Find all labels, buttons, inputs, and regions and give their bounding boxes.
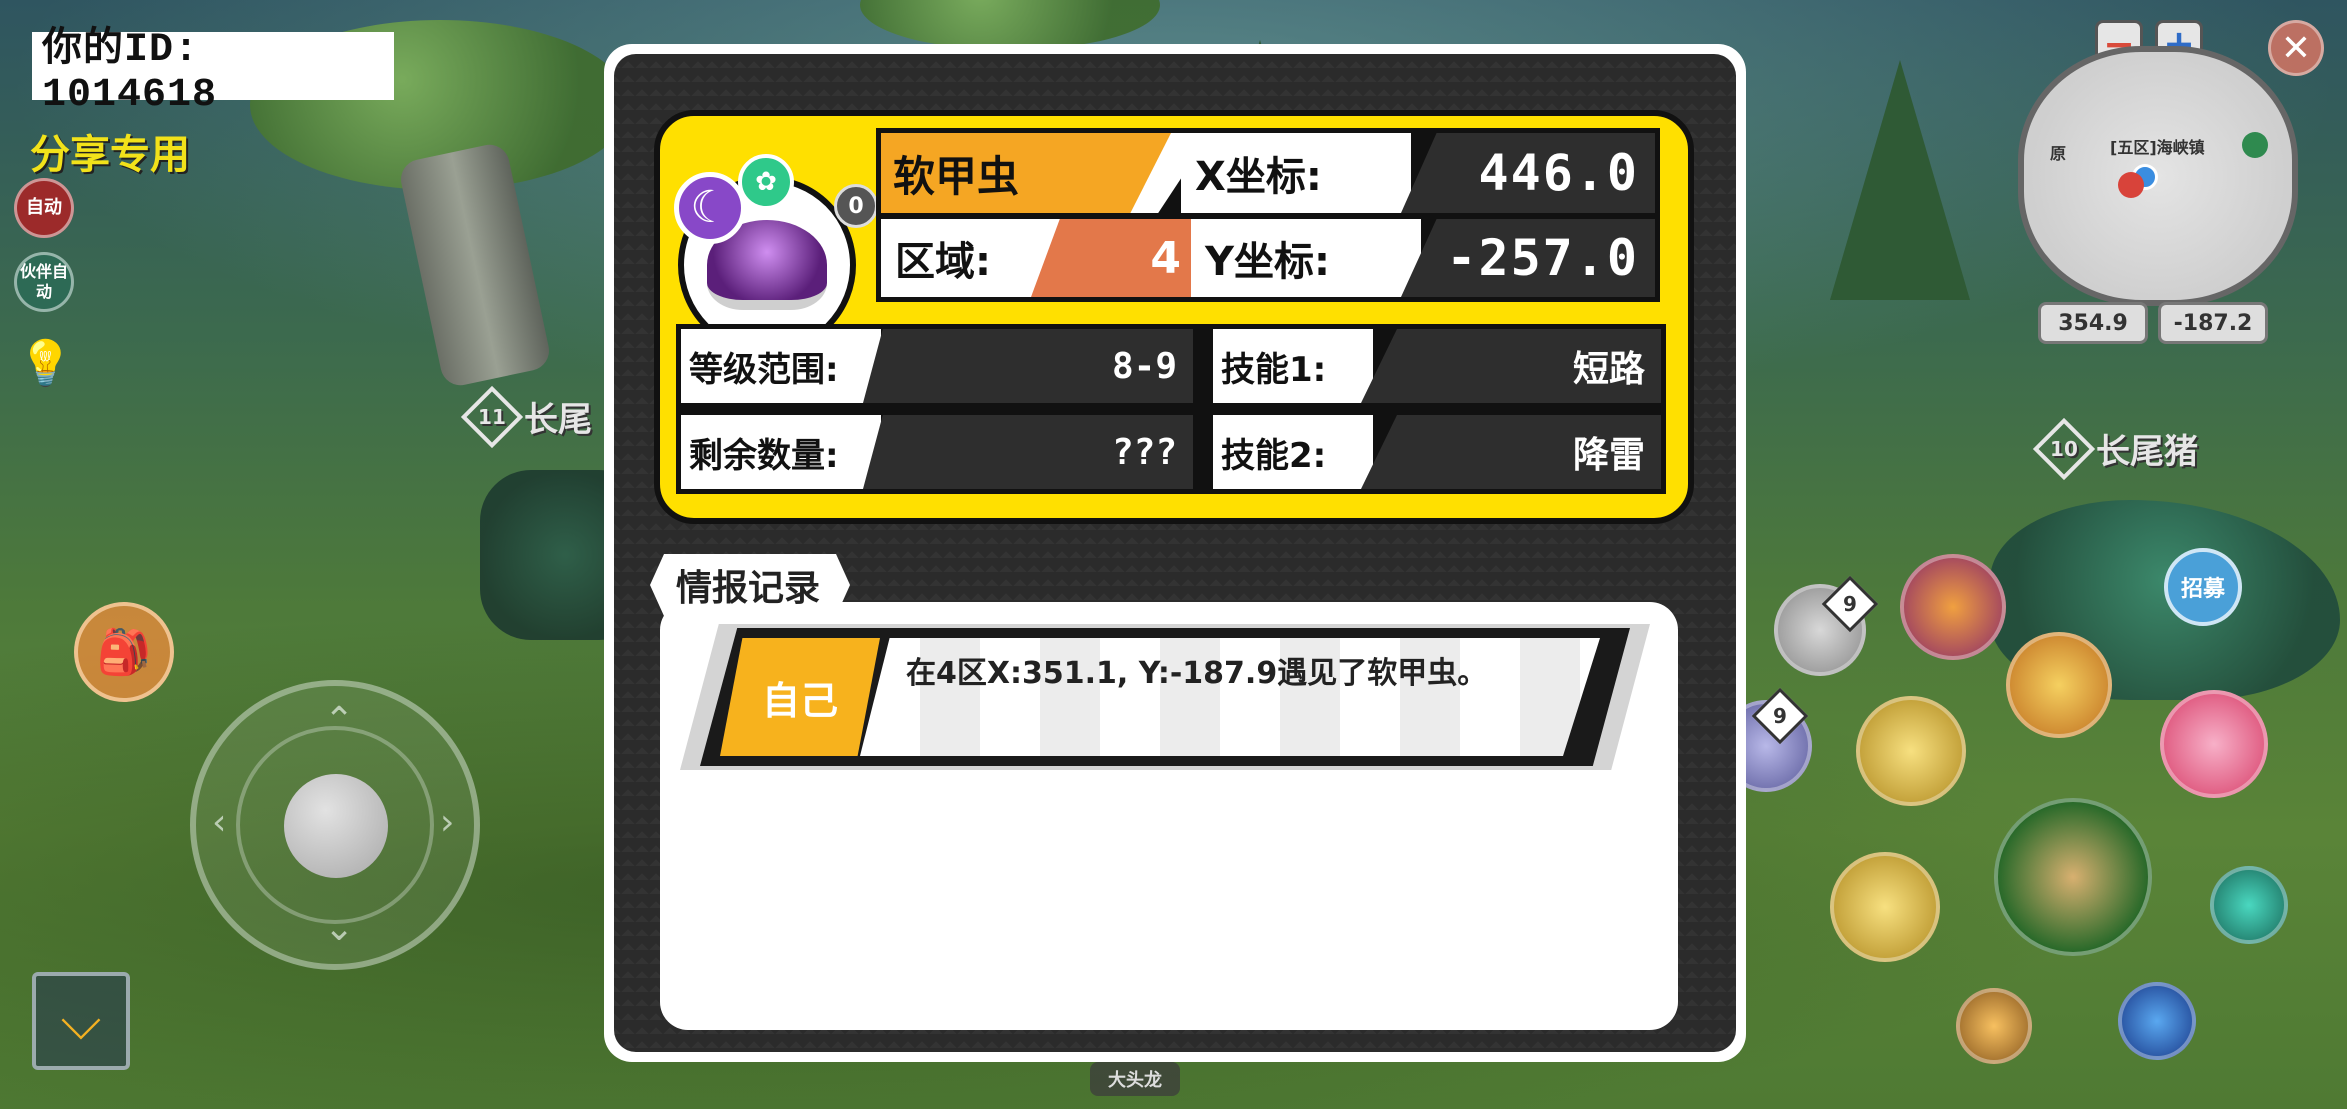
tree-canopy-center: [860, 0, 1160, 50]
lightbulb-icon[interactable]: 💡: [18, 338, 73, 390]
skill1-label: 技能1:: [1213, 329, 1373, 403]
stats-grid: 等级范围: 8-9 技能1: 短路 剩余数量: ??? 技能2: 降雷: [676, 324, 1666, 494]
minimap-coord-x: 354.9: [2038, 302, 2148, 344]
joystick-knob[interactable]: [284, 774, 388, 878]
world-label-right: 10 长尾猪: [2032, 417, 2198, 480]
joystick-down-arrow-icon: ⌄: [324, 908, 355, 949]
level-badge: 10: [2032, 417, 2096, 480]
y-coord-label: Y坐标:: [1191, 219, 1421, 297]
partner-auto-button[interactable]: 伙伴自动: [14, 252, 74, 312]
record-source: 自己: [720, 638, 880, 756]
sprint-button[interactable]: [1956, 988, 2032, 1064]
attack-button[interactable]: [1994, 798, 2152, 956]
skill-button-2[interactable]: [2006, 632, 2112, 738]
auto-button[interactable]: 自动: [14, 178, 74, 238]
minimap-coord-y: -187.2: [2158, 302, 2268, 344]
recruit-button[interactable]: 招募: [2164, 548, 2242, 626]
skill-button-3[interactable]: [2160, 690, 2268, 798]
virtual-joystick[interactable]: ⌃ ⌄ ‹ ›: [190, 680, 480, 970]
skill-button-4[interactable]: [1856, 696, 1966, 806]
joystick-left-arrow-icon: ‹: [212, 802, 227, 843]
creature-name-label: 长尾猪: [2096, 432, 2198, 472]
skill1-value: 短路: [1361, 329, 1661, 403]
records-title: 情报记录: [676, 568, 821, 609]
panel-body: ☾ ✿ 0 软甲虫 X坐标: 446.0 区域: 4 Y坐标: -257.0 等…: [614, 54, 1736, 1052]
world-label-left: 11 长尾: [460, 385, 592, 448]
minimap[interactable]: 原 [五区]海峡镇: [2018, 46, 2298, 306]
butterfly-icon: ✿: [738, 154, 794, 210]
chevron-down-icon: ⌵: [60, 989, 102, 1052]
dodge-button[interactable]: [2118, 982, 2196, 1060]
records-tab: 情报记录: [650, 554, 850, 616]
skill-button-1[interactable]: [1900, 554, 2006, 660]
x-coord-label: X坐标:: [1181, 133, 1411, 213]
minimap-npc-marker-icon: [2242, 132, 2268, 158]
player-id-label: 你的ID: 1014618: [32, 28, 394, 118]
skill2-label: 技能2:: [1213, 415, 1373, 489]
x-coord-value: 446.0: [1401, 133, 1655, 213]
creature-info-card: ☾ ✿ 0 软甲虫 X坐标: 446.0 区域: 4 Y坐标: -257.0 等…: [654, 110, 1694, 524]
creature-name-label: 长尾: [524, 400, 592, 440]
minimap-location-label: [五区]海峡镇: [2110, 138, 2205, 157]
creature-name: 软甲虫: [881, 133, 1171, 213]
close-button[interactable]: ✕: [2268, 20, 2324, 76]
level-range-label: 等级范围:: [681, 329, 881, 403]
moon-element-icon: ☾: [674, 172, 746, 244]
bottom-creature-label: 大头龙: [1090, 1062, 1180, 1096]
level-range-value: 8-9: [863, 329, 1193, 403]
list-item: 自己 在4区X:351.1, Y:-187.9遇见了软甲虫。: [680, 624, 1650, 770]
skill-button-5[interactable]: [1830, 852, 1940, 962]
remaining-count-label: 剩余数量:: [681, 415, 881, 489]
tree-trunk-left: [397, 141, 553, 389]
backpack-icon: 🎒: [96, 627, 152, 678]
remaining-count-value: ???: [863, 415, 1193, 489]
share-label: 分享专用: [30, 132, 190, 178]
collapse-menu-button[interactable]: ⌵: [32, 972, 130, 1070]
coordinate-grid: 软甲虫 X坐标: 446.0 区域: 4 Y坐标: -257.0: [876, 128, 1660, 302]
target-lock-button[interactable]: [2210, 866, 2288, 944]
tag-icon: 0: [834, 184, 878, 228]
creature-info-panel: ☾ ✿ 0 软甲虫 X坐标: 446.0 区域: 4 Y坐标: -257.0 等…: [604, 44, 1746, 1062]
backpack-button[interactable]: 🎒: [74, 602, 174, 702]
pine-tree-1: [1830, 60, 1970, 300]
record-text: 在4区X:351.1, Y:-187.9遇见了软甲虫。: [906, 656, 1488, 691]
level-badge: 11: [460, 385, 524, 448]
skill2-value: 降雷: [1361, 415, 1661, 489]
records-list[interactable]: 自己 在4区X:351.1, Y:-187.9遇见了软甲虫。: [660, 602, 1678, 1030]
minimap-side-label: 原: [2050, 144, 2067, 163]
y-coord-value: -257.0: [1401, 219, 1655, 297]
minimap-enemy-marker-icon: [2118, 172, 2144, 198]
joystick-up-arrow-icon: ⌃: [324, 700, 355, 741]
joystick-right-arrow-icon: ›: [440, 802, 455, 843]
